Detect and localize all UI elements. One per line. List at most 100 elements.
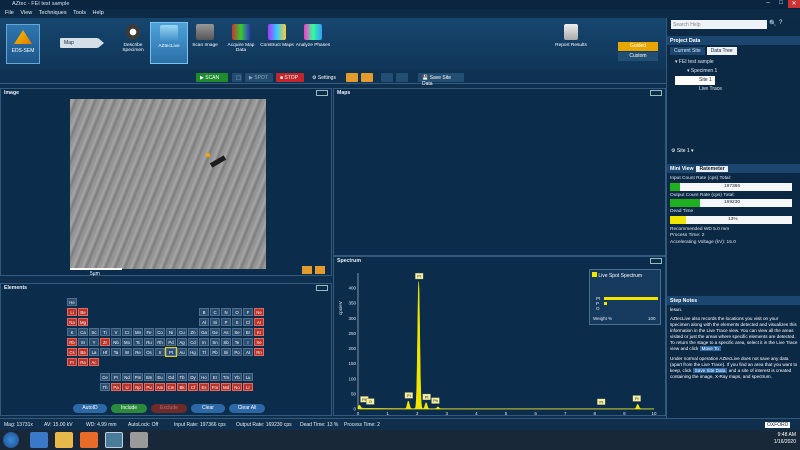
- element-sc[interactable]: Sc: [89, 328, 99, 336]
- element-re[interactable]: Re: [133, 348, 143, 356]
- sem-image[interactable]: [70, 99, 266, 269]
- element-ag[interactable]: Ag: [177, 338, 187, 346]
- menu-techniques[interactable]: Techniques: [39, 10, 67, 16]
- element-bk[interactable]: Bk: [177, 383, 187, 391]
- menu-view[interactable]: View: [20, 10, 32, 16]
- element-be[interactable]: Be: [78, 308, 88, 316]
- construct-maps-button[interactable]: Construct Maps: [258, 22, 296, 64]
- element-pr[interactable]: Pr: [111, 373, 121, 381]
- menu-file[interactable]: File: [5, 10, 14, 16]
- element-ti[interactable]: Ti: [100, 328, 110, 336]
- spot-button[interactable]: ▶ SPOT: [245, 73, 273, 82]
- tree-project[interactable]: ▾ FEI test sample: [675, 58, 793, 67]
- site-select[interactable]: ⚙ Site 1 ▾: [671, 148, 694, 154]
- element-ir[interactable]: Ir: [155, 348, 165, 356]
- element-th[interactable]: Th: [100, 383, 110, 391]
- tool-icon-2[interactable]: [361, 73, 373, 82]
- element-np[interactable]: Np: [133, 383, 143, 391]
- stop-button[interactable]: ■ STOP: [276, 73, 304, 82]
- menu-tools[interactable]: Tools: [73, 10, 86, 16]
- tab-data-tree[interactable]: Data Tree: [706, 47, 737, 55]
- element-n[interactable]: N: [221, 308, 231, 316]
- element-li[interactable]: Li: [67, 308, 77, 316]
- element-xe[interactable]: Xe: [254, 338, 264, 346]
- element-dy[interactable]: Dy: [188, 373, 198, 381]
- include-button[interactable]: Include: [111, 404, 147, 413]
- element-cd[interactable]: Cd: [188, 338, 198, 346]
- panel-maximize-icon[interactable]: [650, 258, 662, 264]
- tree-specimen[interactable]: ▾ Specimen 1: [675, 67, 793, 76]
- ratemeter-select[interactable]: Ratemeter: [696, 166, 728, 172]
- element-sb[interactable]: Sb: [221, 338, 231, 346]
- tree-site[interactable]: Site 1: [675, 76, 715, 85]
- element-ra[interactable]: Ra: [78, 358, 88, 366]
- element-cr[interactable]: Cr: [122, 328, 132, 336]
- element-br[interactable]: Br: [243, 328, 253, 336]
- element-si[interactable]: Si: [210, 318, 220, 326]
- element-cm[interactable]: Cm: [166, 383, 176, 391]
- tool-icon-4[interactable]: [396, 73, 408, 82]
- search-icon[interactable]: 🔍: [769, 20, 776, 27]
- element-fm[interactable]: Fm: [210, 383, 220, 391]
- start-icon[interactable]: [3, 432, 19, 448]
- element-am[interactable]: Am: [155, 383, 165, 391]
- aztec-taskbar-icon[interactable]: [105, 432, 123, 448]
- element-pb[interactable]: Pb: [210, 348, 220, 356]
- browser-icon[interactable]: [30, 432, 48, 448]
- element-tc[interactable]: Tc: [133, 338, 143, 346]
- element-zr[interactable]: Zr: [100, 338, 110, 346]
- element-ac[interactable]: Ac: [89, 358, 99, 366]
- help-icon[interactable]: ?: [779, 20, 782, 26]
- element-as[interactable]: As: [221, 328, 231, 336]
- autoid-button[interactable]: AutoID: [73, 404, 107, 413]
- element-ba[interactable]: Ba: [78, 348, 88, 356]
- panel-maximize-icon[interactable]: [650, 90, 662, 96]
- element-pm[interactable]: Pm: [133, 373, 143, 381]
- map-mode-select[interactable]: Map: [60, 38, 104, 48]
- image-tool-icon-1[interactable]: [302, 266, 312, 274]
- element-yb[interactable]: Yb: [232, 373, 242, 381]
- guided-mode-button[interactable]: Guided: [618, 42, 658, 51]
- element-pa[interactable]: Pa: [111, 383, 121, 391]
- element-tm[interactable]: Tm: [221, 373, 231, 381]
- element-gd[interactable]: Gd: [166, 373, 176, 381]
- exclude-button[interactable]: Exclude: [151, 404, 187, 413]
- element-bi[interactable]: Bi: [221, 348, 231, 356]
- element-y[interactable]: Y: [89, 338, 99, 346]
- element-v[interactable]: V: [111, 328, 121, 336]
- settings-button[interactable]: ⚙ Settings: [308, 73, 344, 82]
- element-pt[interactable]: Pt: [165, 347, 177, 357]
- media-icon[interactable]: [80, 432, 98, 448]
- element-nd[interactable]: Nd: [122, 373, 132, 381]
- element-mg[interactable]: Mg: [78, 318, 88, 326]
- aztec-live-button[interactable]: AZtecLive: [150, 22, 188, 64]
- search-help-input[interactable]: Search Help: [671, 20, 767, 29]
- element-b[interactable]: B: [199, 308, 209, 316]
- element-te[interactable]: Te: [232, 338, 242, 346]
- element-ga[interactable]: Ga: [199, 328, 209, 336]
- minimize-button[interactable]: –: [762, 0, 774, 8]
- element-c[interactable]: C: [210, 308, 220, 316]
- element-cf[interactable]: Cf: [188, 383, 198, 391]
- acquire-map-data-button[interactable]: Acquire Map Data: [222, 22, 260, 64]
- element-se[interactable]: Se: [232, 328, 242, 336]
- element-in[interactable]: In: [199, 338, 209, 346]
- element-nb[interactable]: Nb: [111, 338, 121, 346]
- tree-live-trace[interactable]: Live Trace: [675, 85, 793, 94]
- element-f[interactable]: F: [243, 308, 253, 316]
- element-cs[interactable]: Cs: [67, 348, 77, 356]
- element-no[interactable]: No: [232, 383, 242, 391]
- element-hg[interactable]: Hg: [188, 348, 198, 356]
- element-rb[interactable]: Rb: [67, 338, 77, 346]
- element-ar[interactable]: Ar: [254, 318, 264, 326]
- element-la[interactable]: La: [89, 348, 99, 356]
- element-eu[interactable]: Eu: [155, 373, 165, 381]
- element-ge[interactable]: Ge: [210, 328, 220, 336]
- tool-icon-1[interactable]: [346, 73, 358, 82]
- element-os[interactable]: Os: [144, 348, 154, 356]
- eds-sem-button[interactable]: EDS-SEM: [6, 24, 40, 64]
- element-ca[interactable]: Ca: [78, 328, 88, 336]
- element-o[interactable]: O: [232, 308, 242, 316]
- element-ne[interactable]: Ne: [254, 308, 264, 316]
- clear-button[interactable]: Clear: [191, 404, 225, 413]
